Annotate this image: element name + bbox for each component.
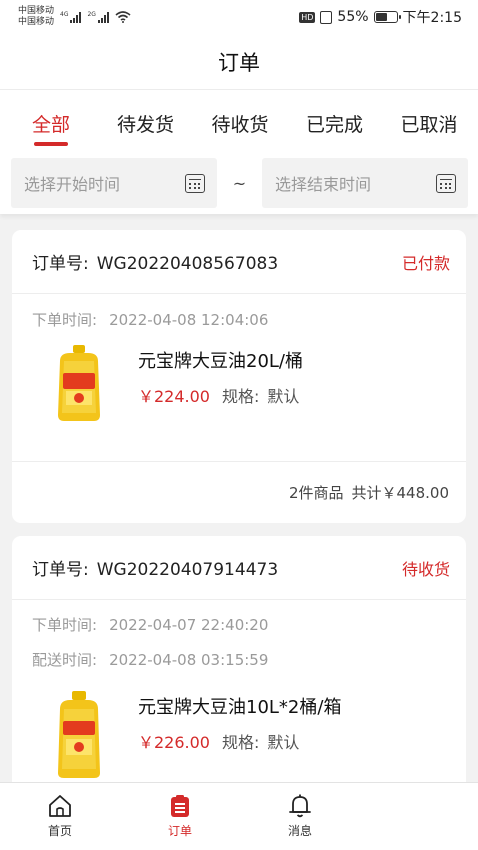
page-title: 订单 [218,50,260,75]
order-number-label: 订单号: [32,254,89,274]
order-number: 订单号: WG20220408567083 [32,249,278,274]
tab-pending-shipment[interactable]: 待发货 [113,90,179,152]
calendar-icon [436,173,456,193]
product-spec: 规格: 默认 [222,729,299,753]
delivery-time-value: 2022-04-08 03:15:59 [109,650,269,669]
tab-completed[interactable]: 已完成 [302,90,368,152]
bottom-navigation: 首页 订单 消息 [0,782,478,850]
product-price: ￥226.00 [138,733,210,752]
network-type-1: 4G [60,11,69,18]
date-range-separator: ~ [232,173,247,193]
start-date-placeholder: 选择开始时间 [24,175,121,194]
calendar-icon [185,173,205,193]
soybean-oil-image [58,345,100,421]
order-time-value: 2022-04-07 22:40:20 [109,615,269,634]
product-item[interactable]: 元宝牌大豆油20L/桶 ￥224.00 规格: 默认 [12,343,466,423]
hd-badge: HD [299,11,316,23]
product-spec: 规格: 默认 [222,383,299,407]
tab-cancelled[interactable]: 已取消 [396,90,462,152]
nav-home-label: 首页 [47,824,72,838]
nav-messages[interactable]: 消息 [240,783,360,850]
order-time: 下单时间: 2022-04-07 22:40:20 [12,607,466,642]
home-icon [49,795,71,817]
end-date-picker[interactable]: 选择结束时间 [262,158,468,208]
order-status-tabs: 全部 待发货 待收货 已完成 已取消 [0,90,478,152]
order-number-value: WG20220407914473 [96,560,279,580]
status-bar: 中国移动 中国移动 4G 2G HD 55% 下午2:15 [0,0,478,34]
order-total: 共计￥448.00 [351,484,450,502]
date-filter: 选择开始时间 ~ 选择结束时间 [0,152,478,214]
page-header: 订单 [0,34,478,90]
tab-pending-receipt[interactable]: 待收货 [207,90,273,152]
product-name: 元宝牌大豆油20L/桶 [138,351,303,372]
signal-icon: 4G [60,11,82,23]
order-time-label: 下单时间: [32,311,98,329]
order-status: 待收货 [401,559,450,579]
order-number-value: WG20220408567083 [96,254,279,274]
order-card[interactable]: 订单号: WG20220407914473 待收货 下单时间: 2022-04-0… [12,536,466,796]
nav-messages-label: 消息 [287,824,312,838]
order-time-label: 下单时间: [32,616,98,634]
order-time: 下单时间: 2022-04-08 12:04:06 [12,302,466,337]
order-list-icon [171,795,189,817]
product-price: ￥224.00 [138,387,210,406]
bell-icon [289,794,311,818]
carrier-name-1: 中国移动 [18,6,55,16]
spec-label: 规格: [222,733,260,752]
product-item[interactable]: 元宝牌大豆油10L*2桶/箱 ￥226.00 规格: 默认 [12,689,466,779]
tab-all[interactable]: 全部 [18,90,84,152]
network-type-2: 2G [87,11,96,18]
signal-icon-2: 2G [87,11,109,23]
order-card-header: 订单号: WG20220407914473 待收货 [12,536,466,600]
product-price-spec: ￥226.00 规格: 默认 [138,729,341,753]
order-card[interactable]: 订单号: WG20220408567083 已付款 下单时间: 2022-04-0… [12,230,466,523]
battery-percent: 55% [337,9,369,25]
vibrate-icon [320,10,333,24]
delivery-time: 配送时间: 2022-04-08 03:15:59 [12,642,466,677]
soybean-oil-image [58,691,100,778]
product-price-spec: ￥224.00 规格: 默认 [138,383,303,407]
order-summary: 2件商品 共计￥448.00 [12,461,466,523]
order-time-value: 2022-04-08 12:04:06 [109,310,269,329]
order-status: 已付款 [401,253,450,273]
nav-orders-label: 订单 [167,824,192,838]
status-indicators: HD 55% 下午2:15 [299,7,462,27]
wifi-icon [115,11,131,23]
spec-label: 规格: [222,387,260,406]
delivery-time-label: 配送时间: [32,651,98,669]
nav-home[interactable]: 首页 [0,783,120,850]
carrier-info: 中国移动 中国移动 4G 2G [18,6,131,28]
order-number: 订单号: WG20220407914473 [32,555,278,580]
nav-orders[interactable]: 订单 [120,783,240,850]
item-count: 2件商品 [288,484,344,502]
spec-value: 默认 [267,733,300,752]
carrier-name-2: 中国移动 [18,17,55,27]
product-info: 元宝牌大豆油20L/桶 ￥224.00 规格: 默认 [138,343,303,423]
end-date-placeholder: 选择结束时间 [275,175,372,194]
product-name: 元宝牌大豆油10L*2桶/箱 [138,697,342,718]
start-date-picker[interactable]: 选择开始时间 [11,158,217,208]
clock-time: 下午2:15 [402,10,462,26]
order-number-label: 订单号: [32,560,89,580]
order-card-header: 订单号: WG20220408567083 已付款 [12,230,466,294]
product-info: 元宝牌大豆油10L*2桶/箱 ￥226.00 规格: 默认 [138,689,341,779]
spec-value: 默认 [267,387,300,406]
battery-icon [373,11,401,23]
